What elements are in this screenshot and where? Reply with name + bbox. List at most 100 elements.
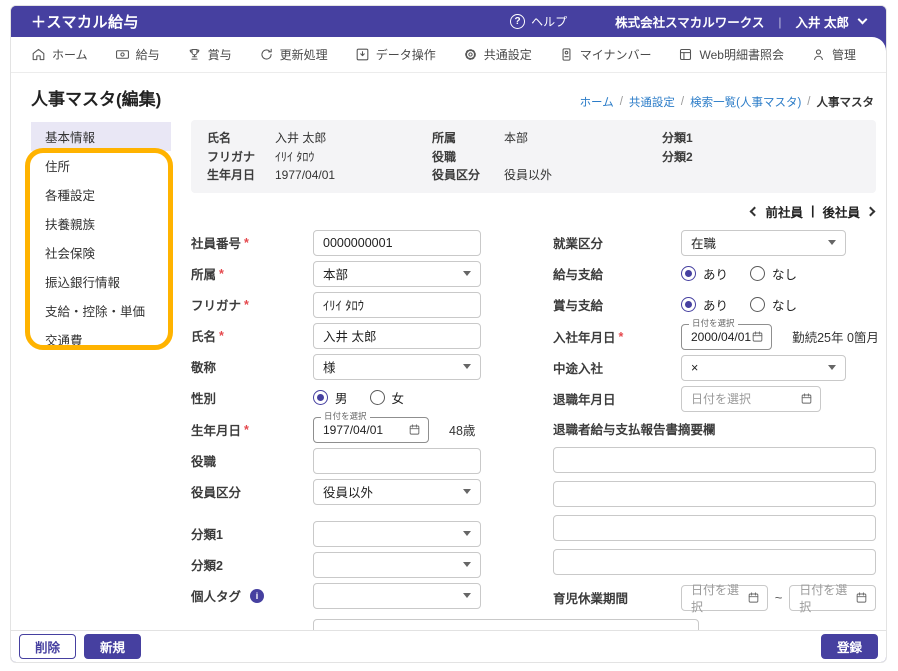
childcare-to-placeholder: 日付を選択 [799,582,848,614]
summary-class2-label: 分類2 [662,149,693,164]
app-logo[interactable]: ＋スマカル給与 [31,11,139,32]
new-button[interactable]: 新規 [84,634,142,659]
help-icon: ? [510,14,526,29]
payroll-icon [115,50,129,59]
form-right-column: 就業区分 在職 給与支給 あり なし 賞与支給 あり なし 入社年月日 * 日付… [553,229,879,616]
sidebar-item-dependents[interactable]: 扶養親族 [31,209,171,238]
required-mark: * [244,297,249,312]
breadcrumb-link-home[interactable]: ホーム [580,94,614,110]
dept-select[interactable]: 本部 [313,260,481,287]
sidebar-item-basic-info[interactable]: 基本情報 [31,122,171,151]
calendar-icon [856,592,867,603]
childcare-to-date-picker[interactable]: 日付を選択 [789,583,876,614]
name-label: 氏名 * [191,328,224,345]
salary-pay-radio-group: あり なし [681,264,797,283]
nav-item-label: 給与 [135,48,160,62]
retire-note-input-1[interactable] [553,446,876,473]
personal-tag-select[interactable] [313,582,481,609]
chevron-down-icon [828,240,836,245]
summary-dept-label: 所属 [432,131,457,145]
sidebar-item-payment-deduction[interactable]: 支給・控除・単価 [31,296,171,325]
summary-kana-label: フリガナ [207,149,256,164]
main-nav: ホーム 給与 賞与 更新処理 データ操作 共通設定 マイナンバー Web明細書照… [11,37,886,73]
nav-item-update[interactable]: 更新処理 [259,46,328,63]
bonus-pay-option-no[interactable]: なし [750,295,797,314]
sidebar-item-bank-transfer[interactable]: 振込銀行情報 [31,267,171,296]
breadcrumb-link-search-list[interactable]: 検索一覧(人事マスタ) [690,94,801,110]
chevron-right-icon [865,206,876,216]
info-icon[interactable]: i [250,588,265,603]
nav-item-settings[interactable]: 共通設定 [463,46,532,63]
retire-date-picker[interactable]: 日付を選択 [681,385,821,412]
chevron-down-icon [463,562,471,567]
prev-employee-button[interactable]: 前社員 [750,202,803,221]
record-navigation: 前社員 | 後社員 [191,202,876,221]
web-statement-icon [680,48,692,61]
salary-pay-option-yes[interactable]: あり [681,264,728,283]
officer-class-select[interactable]: 役員以外 [313,478,481,505]
retire-note-input-3[interactable] [553,514,876,541]
nav-item-label: 共通設定 [483,48,532,62]
honorific-label: 敬称 [191,361,217,375]
delete-button[interactable]: 削除 [19,634,77,659]
kana-input[interactable] [313,291,481,318]
required-mark: * [244,235,249,250]
breadcrumb: ホーム / 共通設定 / 検索一覧(人事マスタ) / 人事マスタ [580,94,876,110]
dept-select-value: 本部 [323,268,349,282]
nav-item-admin[interactable]: 管理 [811,46,856,63]
nav-item-bonus[interactable]: 賞与 [187,46,232,63]
required-mark: * [219,328,224,343]
birth-date-picker[interactable]: 日付を選択 1977/04/01 [313,411,429,443]
sidebar-item-commuting[interactable]: 交通費 [31,325,171,354]
class2-select[interactable] [313,551,481,578]
chevron-down-icon [857,14,868,25]
emp-no-label: 社員番号 * [191,235,249,252]
calendar-icon [801,393,812,404]
required-mark: * [618,329,624,344]
home-icon [32,48,45,61]
gender-option-male[interactable]: 男 [313,388,348,407]
nav-item-label: マイナンバー [579,48,652,62]
mid-career-select[interactable]: × [681,354,846,381]
summary-name-label: 氏名 [207,131,232,145]
retire-note-input-4[interactable] [553,548,876,575]
salary-pay-option-no[interactable]: なし [750,264,797,283]
nav-item-home[interactable]: ホーム [31,46,88,63]
chevron-down-icon [463,489,471,494]
hire-date-picker[interactable]: 日付を選択 2000/04/01 [681,318,773,350]
retire-note-input-2[interactable] [553,480,876,507]
class1-select[interactable] [313,520,481,547]
employment-class-select[interactable]: 在職 [681,229,846,256]
nav-item-web-statement[interactable]: Web明細書照会 [678,46,784,63]
emp-no-input[interactable] [313,229,481,256]
sidebar-item-various-settings[interactable]: 各種設定 [31,180,171,209]
prev-employee-label: 前社員 [765,205,803,220]
name-input[interactable] [313,322,481,349]
summary-officer-label: 役員区分 [432,168,481,182]
submit-button[interactable]: 登録 [820,634,878,659]
retire-date-placeholder: 日付を選択 [691,392,752,406]
nav-item-data[interactable]: データ操作 [355,46,436,63]
gender-radio-group: 男 女 [313,388,404,407]
help-button[interactable]: ? ヘルプ [510,13,567,30]
bonus-pay-option-yes[interactable]: あり [681,295,728,314]
nav-item-label: Web明細書照会 [699,48,784,62]
gender-option-female[interactable]: 女 [369,388,404,407]
nav-item-label: データ操作 [375,48,436,62]
breadcrumb-link-settings[interactable]: 共通設定 [629,94,675,110]
sidebar-item-address[interactable]: 住所 [31,151,171,180]
next-employee-button[interactable]: 後社員 [822,202,876,221]
sidebar-item-social-insurance[interactable]: 社会保険 [31,238,171,267]
post-input[interactable] [313,447,481,474]
dept-label: 所属 * [191,266,224,283]
user-menu[interactable]: 入井 太郎 [795,12,868,31]
nav-item-mynumber[interactable]: マイナンバー [559,46,652,63]
radio-checked-icon [681,297,696,312]
honorific-select[interactable]: 様 [313,353,481,380]
nav-item-payroll[interactable]: 給与 [115,46,160,63]
nav-wrap: ホーム 給与 賞与 更新処理 データ操作 共通設定 マイナンバー Web明細書照… [11,37,886,73]
childcare-from-date-picker[interactable]: 日付を選択 [681,583,768,614]
breadcrumb-separator: / [807,96,811,108]
officer-class-select-value: 役員以外 [323,486,374,500]
user-name: 入井 太郎 [795,16,849,30]
